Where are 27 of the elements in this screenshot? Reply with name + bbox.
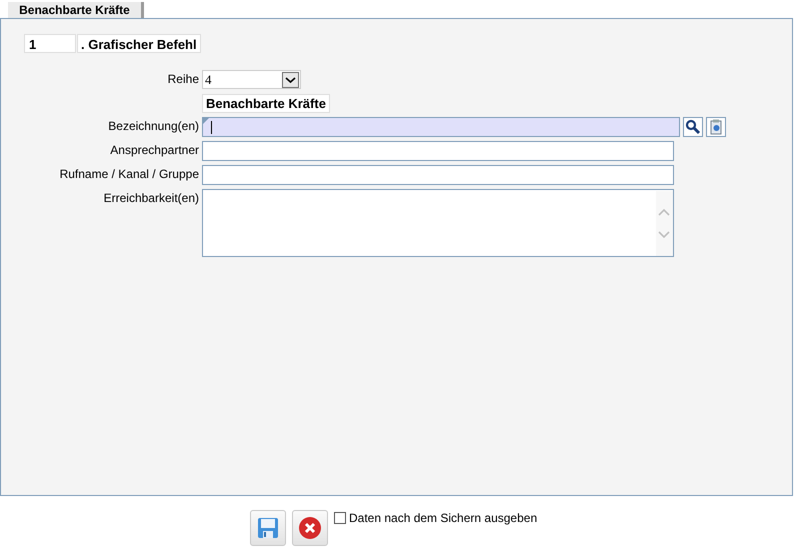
field-label: Erreichbarkeit(en) bbox=[102, 190, 200, 207]
caption-label: Benachbarte Kräfte bbox=[202, 94, 330, 113]
field-label: Rufname / Kanal / Gruppe bbox=[58, 166, 200, 183]
search-icon bbox=[685, 119, 701, 135]
clipboard-icon bbox=[710, 119, 722, 135]
select-value: 4 bbox=[205, 72, 212, 88]
save-button[interactable] bbox=[250, 510, 286, 546]
input-field[interactable] bbox=[202, 117, 680, 137]
field-label: Ansprechpartner bbox=[109, 142, 200, 159]
tab[interactable]: Benachbarte Kräfte bbox=[8, 2, 144, 18]
corner-marker-icon bbox=[203, 118, 209, 124]
command-label: . Grafischer Befehl bbox=[77, 34, 201, 53]
select-field[interactable]: 4 bbox=[202, 70, 301, 89]
number-field[interactable]: 1 bbox=[24, 34, 76, 53]
text-area[interactable] bbox=[202, 189, 674, 257]
checkbox[interactable] bbox=[334, 512, 346, 524]
scrollbar[interactable] bbox=[656, 191, 673, 256]
field-label: Reihe bbox=[166, 71, 200, 88]
clipboard-button[interactable] bbox=[706, 117, 726, 137]
dropdown-icon[interactable] bbox=[282, 72, 299, 88]
close-icon bbox=[298, 516, 322, 540]
input-field[interactable] bbox=[202, 165, 674, 185]
search-button[interactable] bbox=[683, 117, 703, 137]
cancel-button[interactable] bbox=[292, 510, 328, 546]
checkbox-label: Daten nach dem Sichern ausgeben bbox=[349, 511, 538, 525]
input-field[interactable] bbox=[202, 141, 674, 161]
field-label: Bezeichnung(en) bbox=[107, 118, 200, 135]
